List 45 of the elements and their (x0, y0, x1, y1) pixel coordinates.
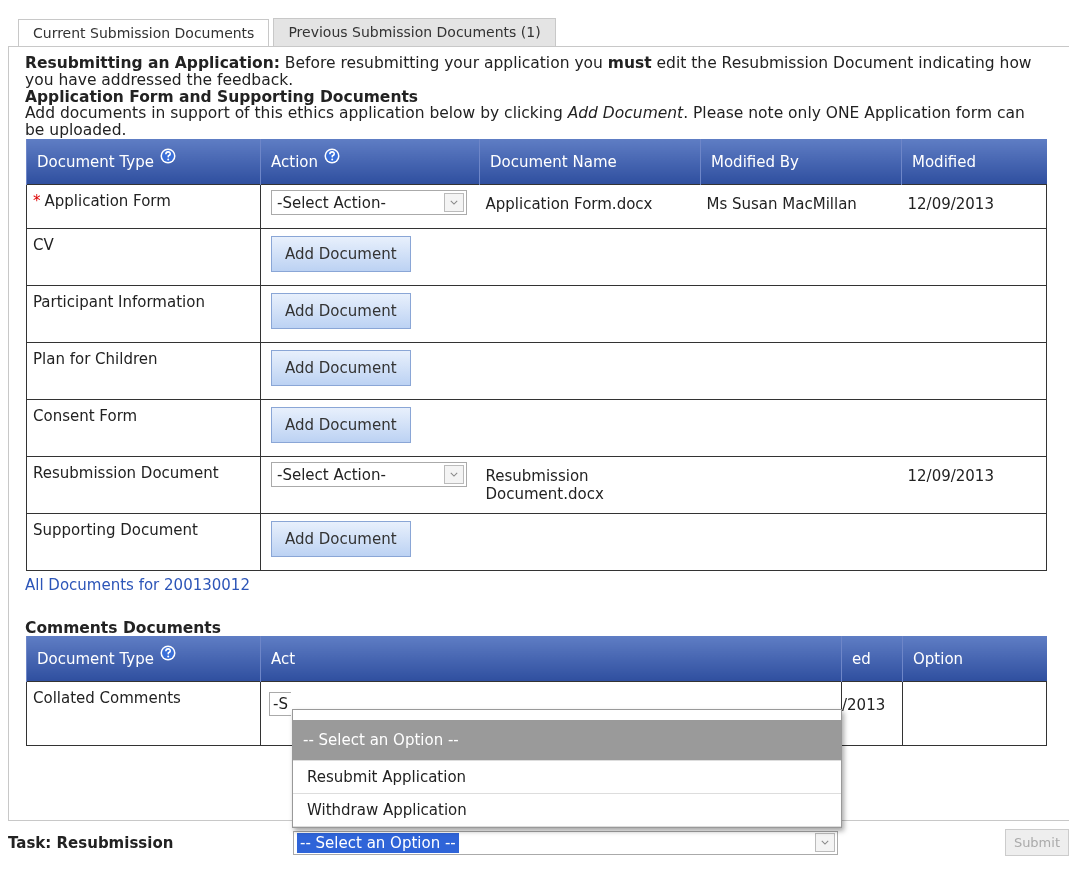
column-header: Modified By (700, 139, 902, 185)
column-header: ed (841, 636, 903, 682)
table-cell: * Application Form (26, 184, 261, 229)
column-header: Act (260, 636, 842, 682)
table-cell: Supporting Document (26, 513, 261, 571)
task-label: Task: Resubmission (8, 833, 175, 852)
dropdown-option[interactable]: Withdraw Application (293, 794, 841, 827)
action-select[interactable]: -Select Action- (271, 462, 467, 487)
task-select[interactable]: -- Select an Option -- (293, 830, 838, 855)
add-document-button[interactable]: Add Document (271, 293, 411, 329)
action-select[interactable]: -S (269, 692, 291, 716)
tab[interactable]: Previous Submission Documents (1) (273, 18, 556, 46)
section-note: Add documents in support of this ethics application below by clicking Add Document. Please note only ONE Application form can be uploaded. (25, 105, 1026, 139)
help-icon[interactable] (159, 147, 176, 164)
column-header: Document Type (26, 636, 261, 682)
section-title: Application Form and Supporting Documents (25, 89, 419, 105)
add-document-button[interactable]: Add Document (271, 521, 411, 557)
required-marker: * (33, 192, 41, 210)
table-cell: Collated Comments (26, 681, 261, 746)
column-header: Document Type (26, 139, 261, 185)
add-document-button[interactable]: Add Document (271, 350, 411, 386)
table-cell: 12/09/2013 (901, 456, 1047, 514)
table-cell: Plan for Children (26, 342, 261, 400)
column-header: Modified (901, 139, 1047, 185)
intro-text: Resubmitting an Application: Before resubmitting your application you must edit the Resubmission Document indicating how you have addressed the feedback. (25, 55, 1033, 89)
help-icon[interactable] (324, 147, 340, 164)
all-documents-link[interactable]: All Documents for 200130012 (25, 576, 250, 594)
help-icon[interactable] (159, 644, 176, 661)
table-cell: Resubmission Document.docx (479, 456, 701, 514)
section-title: Comments Documents (25, 620, 222, 636)
column-header: Option (902, 636, 1047, 682)
table-cell: Resubmission Document (26, 456, 261, 514)
action-select[interactable]: -Select Action- (271, 190, 467, 215)
table-cell: CV (26, 228, 261, 286)
table-cell: Application Form.docx (479, 184, 701, 229)
dropdown-option[interactable]: Resubmit Application (293, 761, 841, 794)
column-header: Action (260, 139, 480, 185)
tab[interactable]: Current Submission Documents (18, 19, 270, 47)
table-cell: 12/09/2013 (901, 184, 1047, 229)
table-cell: Ms Susan MacMillan (700, 184, 902, 229)
add-document-button[interactable]: Add Document (271, 236, 411, 272)
table-cell: Participant Information (26, 285, 261, 343)
table-cell: Consent Form (26, 399, 261, 457)
add-document-button[interactable]: Add Document (271, 407, 411, 443)
column-header: Document Name (479, 139, 701, 185)
